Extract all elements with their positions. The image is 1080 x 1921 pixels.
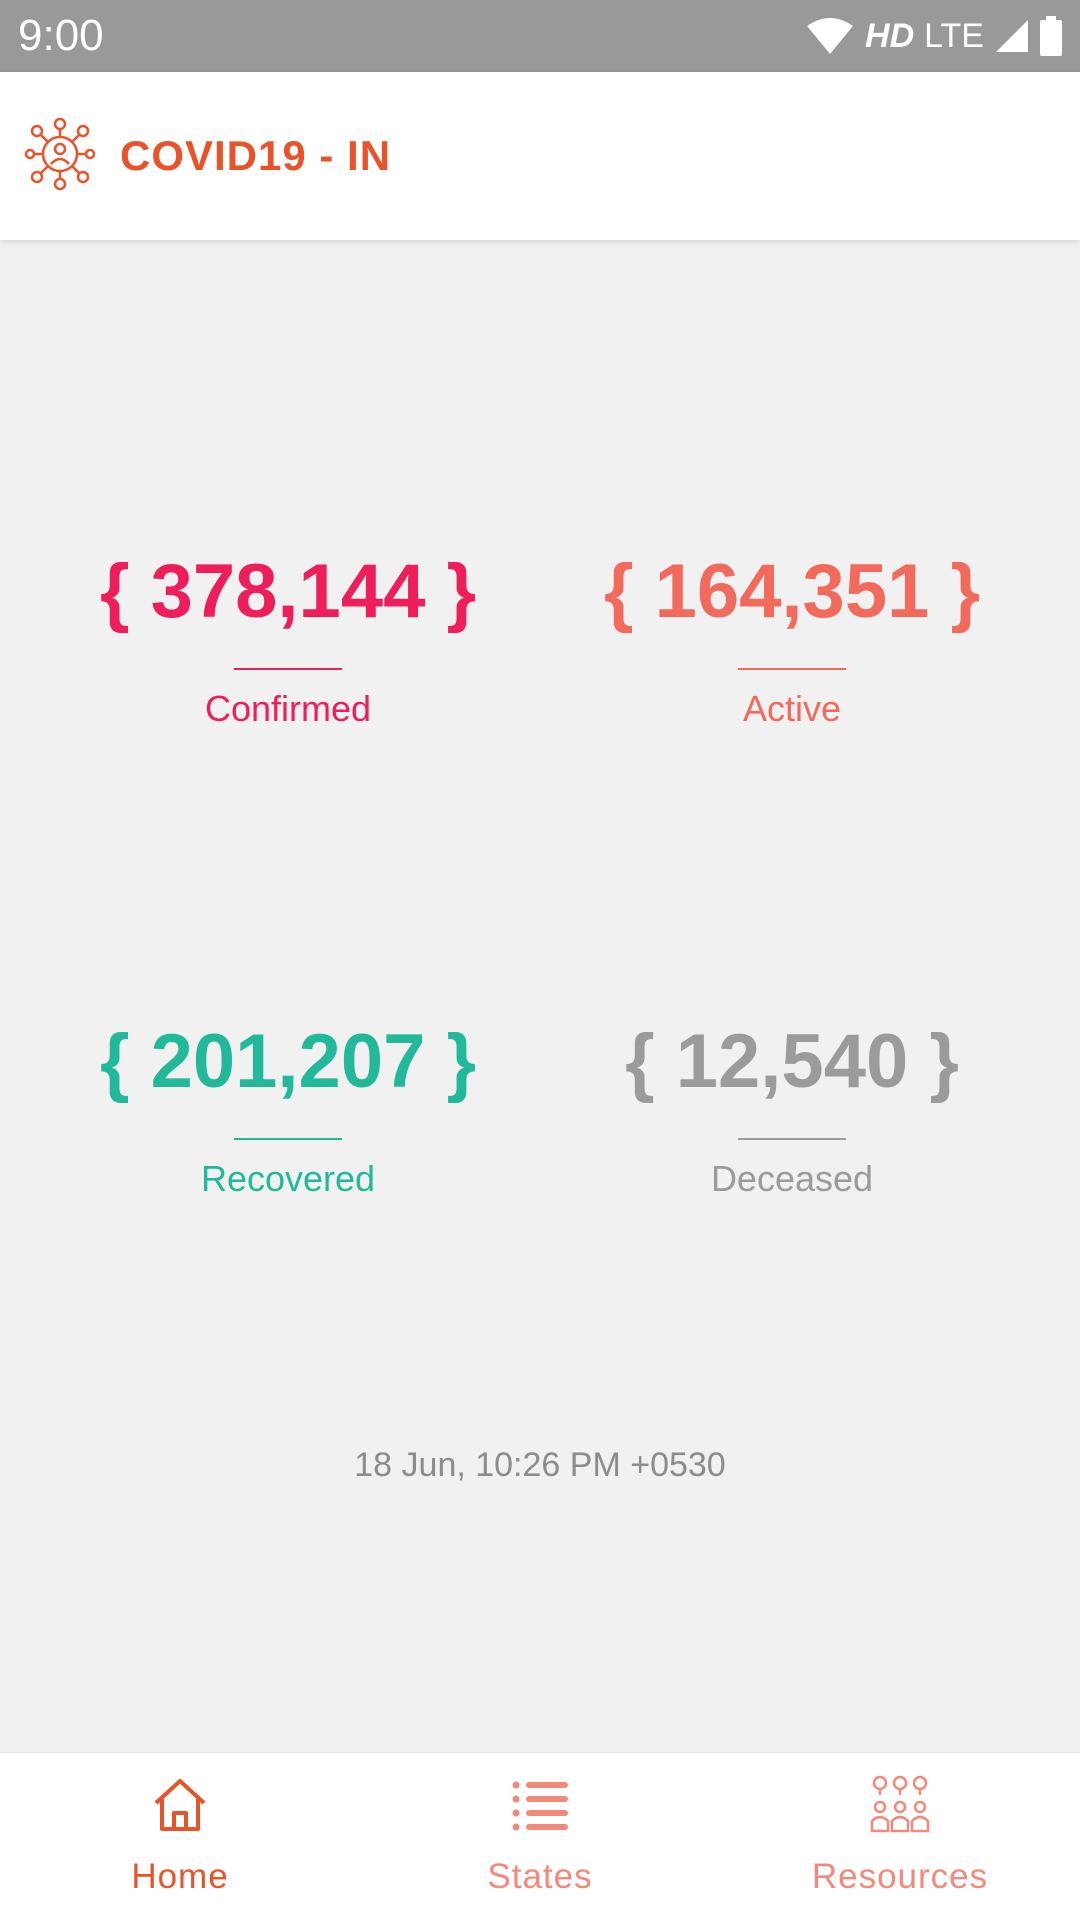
stat-active: { 164,351 } Active [552, 550, 1032, 730]
deceased-label: Deceased [710, 1158, 874, 1199]
wifi-icon [807, 18, 854, 54]
nav-home[interactable]: Home [0, 1753, 360, 1921]
network-type: HD [865, 16, 915, 55]
nav-states[interactable]: States [360, 1753, 720, 1921]
stat-recovered: { 201,207 } Recovered [48, 1020, 528, 1200]
nav-states-label: States [487, 1857, 593, 1896]
confirmed-divider [234, 668, 342, 670]
deceased-divider [738, 1138, 846, 1140]
deceased-value: { 12,540 } [625, 1019, 959, 1104]
virus-network-icon [24, 117, 96, 191]
stat-confirmed: { 378,144 } Confirmed [48, 550, 528, 730]
home-icon [154, 1779, 206, 1831]
bottom-nav: Home States Resources [0, 1752, 1080, 1921]
people-icon [870, 1775, 930, 1833]
nav-home-label: Home [131, 1857, 229, 1896]
stat-deceased: { 12,540 } Deceased [552, 1020, 1032, 1200]
confirmed-label: Confirmed [204, 688, 372, 729]
battery-icon [1040, 16, 1062, 56]
list-icon [512, 1781, 568, 1831]
recovered-label: Recovered [200, 1158, 376, 1199]
nav-resources-label: Resources [811, 1857, 989, 1896]
recovered-divider [234, 1138, 342, 1140]
signal-icon [996, 20, 1028, 52]
status-time: 9:00 [18, 11, 104, 60]
confirmed-value: { 378,144 } [99, 549, 477, 634]
recovered-value: { 201,207 } [99, 1019, 477, 1104]
status-bar: 9:00 HD LTE [0, 0, 1080, 72]
app-bar: COVID19 - IN [0, 72, 1080, 240]
last-updated: 18 Jun, 10:26 PM +0530 [354, 1446, 726, 1484]
active-value: { 164,351 } [603, 549, 981, 634]
nav-resources[interactable]: Resources [720, 1753, 1080, 1921]
app-title: COVID19 - IN [120, 132, 392, 179]
active-divider [738, 668, 846, 670]
lte-label: LTE [924, 16, 984, 55]
active-label: Active [742, 688, 842, 729]
status-icons: HD LTE [805, 14, 1062, 58]
